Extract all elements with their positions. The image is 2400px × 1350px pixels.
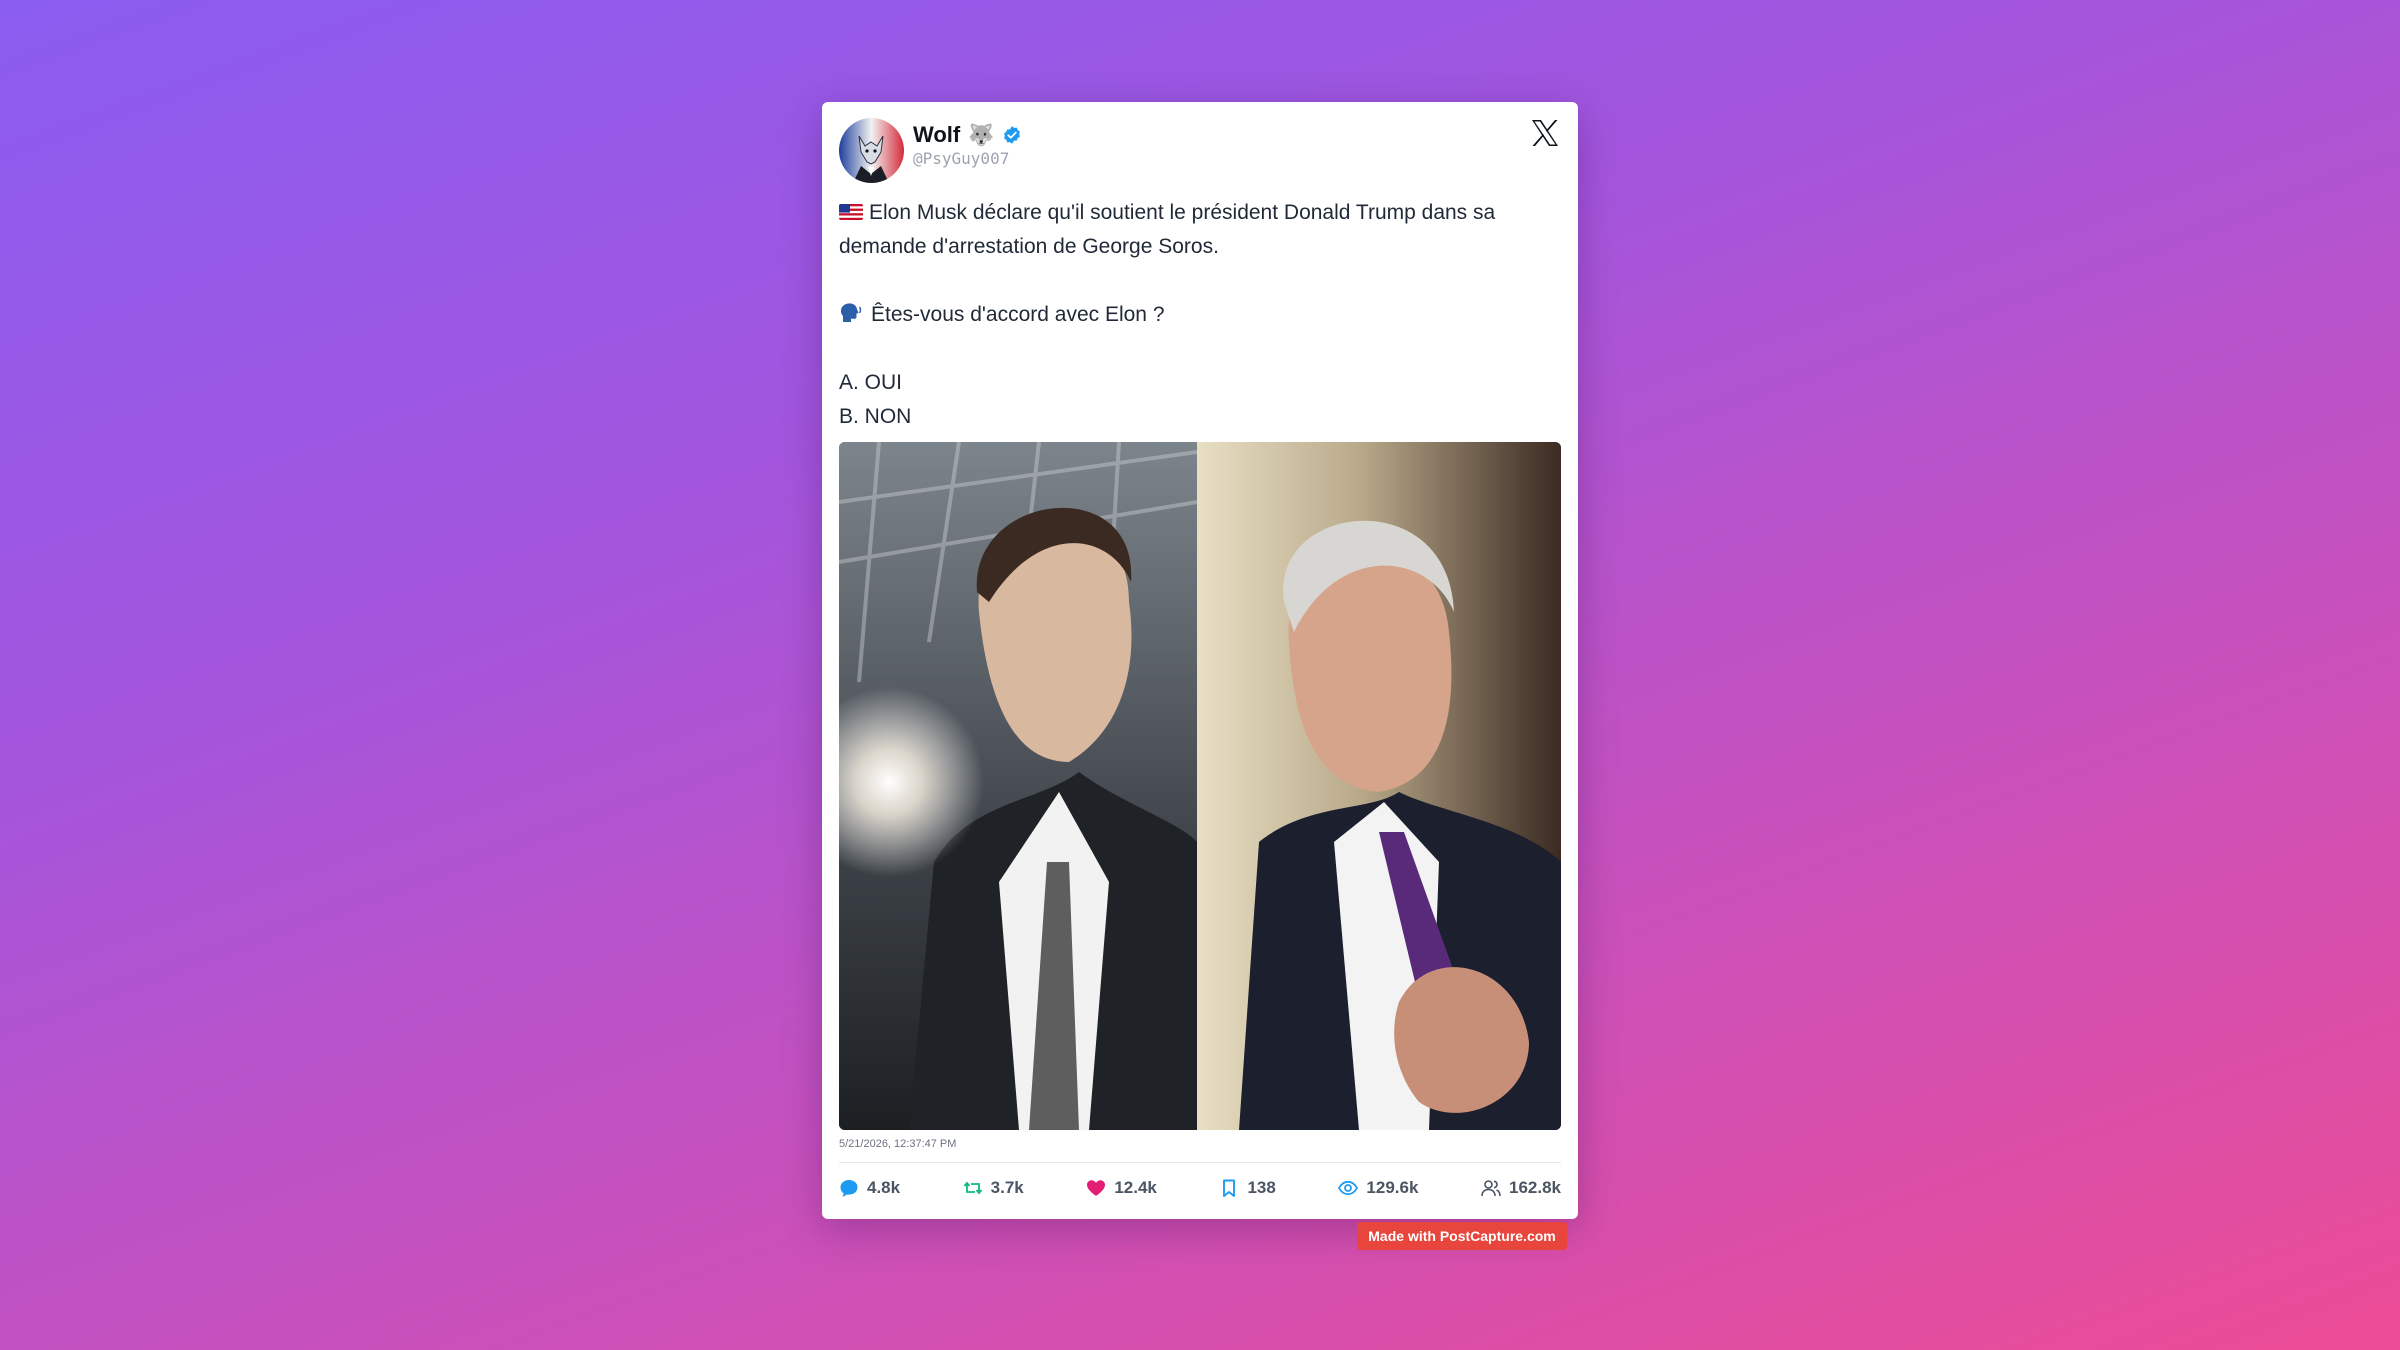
avatar[interactable] [839, 118, 904, 183]
engagement-stats: 4.8k 3.7k 12.4k 138 129.6k 162.8k [839, 1174, 1561, 1202]
likes-count: 12.4k [1114, 1178, 1157, 1197]
tweet-line-2: Êtes-vous d'accord avec Elon ? [839, 298, 1554, 332]
us-flag-icon [839, 204, 863, 220]
stat-followers[interactable]: 162.8k [1481, 1178, 1561, 1198]
author-handle[interactable]: @PsyGuy007 [913, 149, 1009, 168]
eye-icon [1338, 1180, 1359, 1196]
author-name[interactable]: Wolf [913, 122, 960, 148]
bookmark-icon [1223, 1179, 1236, 1197]
replies-count: 4.8k [867, 1178, 901, 1197]
verified-badge-icon [1004, 126, 1021, 144]
followers-count: 162.8k [1509, 1178, 1561, 1197]
speaking-head-icon [840, 303, 862, 322]
tweet-line-2-text: Êtes-vous d'accord avec Elon ? [871, 303, 1165, 326]
watermark-badge[interactable]: Made with PostCapture.com [1357, 1222, 1567, 1250]
author-name-row: Wolf 🐺 [913, 122, 1022, 148]
tweet-line-1-text: Elon Musk déclare qu'il soutient le prés… [839, 201, 1496, 258]
divider [839, 1162, 1561, 1163]
tweet-line-1: Elon Musk déclare qu'il soutient le prés… [839, 196, 1554, 264]
views-count: 129.6k [1366, 1178, 1419, 1197]
wolf-emoji: 🐺 [968, 122, 995, 147]
stat-bookmarks[interactable]: 138 [1219, 1178, 1276, 1198]
heart-icon [1087, 1180, 1106, 1196]
x-logo-icon[interactable] [1530, 118, 1560, 148]
stat-views[interactable]: 129.6k [1338, 1178, 1418, 1198]
followers-icon [1481, 1180, 1501, 1197]
stat-replies[interactable]: 4.8k [839, 1178, 900, 1198]
bookmarks-count: 138 [1247, 1178, 1276, 1197]
option-a: A. OUI [839, 371, 903, 394]
retweets-count: 3.7k [990, 1178, 1024, 1197]
tweet-timestamp: 5/21/2026, 12:37:47 PM [839, 1138, 957, 1150]
tweet-card: Wolf 🐺 @PsyGuy007 Elon Musk déclare qu'i… [822, 102, 1578, 1219]
retweet-icon [963, 1181, 982, 1195]
stat-retweets[interactable]: 3.7k [963, 1178, 1024, 1198]
tweet-image[interactable] [839, 442, 1561, 1130]
tweet-body: Elon Musk déclare qu'il soutient le prés… [839, 196, 1554, 434]
reply-icon [840, 1180, 858, 1197]
stat-likes[interactable]: 12.4k [1086, 1178, 1157, 1198]
option-b: B. NON [839, 405, 912, 428]
